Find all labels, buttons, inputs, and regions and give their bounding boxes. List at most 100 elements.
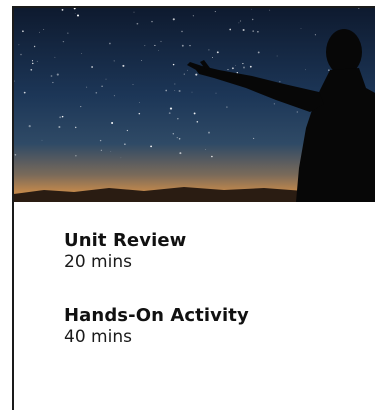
star xyxy=(74,126,77,129)
star xyxy=(239,20,242,22)
star xyxy=(36,60,38,62)
star xyxy=(41,139,43,141)
star xyxy=(305,69,306,71)
star xyxy=(20,53,22,56)
star xyxy=(187,69,188,71)
star xyxy=(196,121,199,123)
star xyxy=(86,86,88,88)
star xyxy=(193,112,196,115)
star xyxy=(62,40,65,43)
star xyxy=(109,42,111,45)
star xyxy=(179,152,182,155)
star xyxy=(183,73,185,75)
star xyxy=(76,14,80,17)
activity-duration: 40 mins xyxy=(64,327,132,347)
star xyxy=(67,32,69,34)
star xyxy=(178,138,181,140)
activity-item-hands-on-activity[interactable]: Hands-On Activity 40 mins xyxy=(64,305,365,348)
star xyxy=(252,18,254,21)
star xyxy=(205,149,207,150)
star xyxy=(154,44,156,46)
star xyxy=(18,44,20,46)
activity-item-unit-review[interactable]: Unit Review 20 mins xyxy=(64,230,365,273)
star xyxy=(39,31,40,33)
star xyxy=(235,65,236,66)
star xyxy=(296,111,298,113)
star xyxy=(189,44,191,47)
star xyxy=(212,57,214,59)
star xyxy=(238,22,240,24)
star xyxy=(61,9,64,11)
star xyxy=(181,44,184,47)
star xyxy=(126,129,129,132)
star xyxy=(249,65,252,68)
activity-list: Unit Review 20 mins Hands-On Activity 40… xyxy=(64,230,365,380)
star xyxy=(50,75,53,77)
star xyxy=(215,92,217,94)
star xyxy=(138,112,141,115)
star xyxy=(242,28,245,32)
star xyxy=(229,28,232,31)
star xyxy=(195,73,198,76)
star xyxy=(251,8,252,10)
star xyxy=(191,91,193,93)
star xyxy=(99,139,102,142)
star xyxy=(52,81,54,84)
star xyxy=(227,69,229,71)
star xyxy=(61,115,64,118)
star xyxy=(158,50,159,51)
star xyxy=(273,103,275,105)
star xyxy=(160,40,162,43)
star xyxy=(276,55,278,57)
star xyxy=(174,83,176,85)
star xyxy=(111,122,114,124)
star xyxy=(211,155,213,158)
star xyxy=(226,106,228,108)
star xyxy=(178,89,181,93)
star xyxy=(28,125,31,128)
star xyxy=(168,112,171,115)
star xyxy=(300,28,302,29)
star xyxy=(31,60,34,62)
star xyxy=(43,29,45,31)
star xyxy=(113,95,115,97)
night-sky-silhouette-image xyxy=(14,8,375,202)
star xyxy=(95,92,98,94)
star xyxy=(243,66,245,69)
star xyxy=(91,66,93,68)
star xyxy=(141,60,143,61)
star xyxy=(105,78,107,80)
star xyxy=(253,137,255,139)
activity-title: Hands-On Activity xyxy=(64,305,249,326)
star xyxy=(56,73,59,76)
star xyxy=(172,63,175,66)
star xyxy=(30,68,33,71)
star xyxy=(54,56,56,58)
activity-title: Unit Review xyxy=(64,230,187,251)
hero-image xyxy=(14,8,375,202)
star xyxy=(33,45,36,48)
star xyxy=(172,133,174,135)
star xyxy=(257,30,259,33)
star xyxy=(165,89,168,92)
activity-card: Unit Review 20 mins Hands-On Activity 40… xyxy=(12,6,375,410)
star xyxy=(81,53,82,54)
star xyxy=(22,30,24,33)
star xyxy=(269,9,271,11)
star xyxy=(216,51,219,54)
star xyxy=(133,11,135,13)
star xyxy=(144,45,146,47)
star xyxy=(80,106,82,108)
star xyxy=(75,155,77,157)
star xyxy=(242,63,244,65)
star xyxy=(252,30,255,32)
star xyxy=(74,13,76,14)
star xyxy=(58,125,61,129)
star xyxy=(328,69,330,71)
star xyxy=(150,145,153,148)
star xyxy=(136,22,139,25)
star xyxy=(122,64,125,67)
star xyxy=(208,49,210,51)
star xyxy=(279,81,281,83)
star xyxy=(100,149,102,151)
